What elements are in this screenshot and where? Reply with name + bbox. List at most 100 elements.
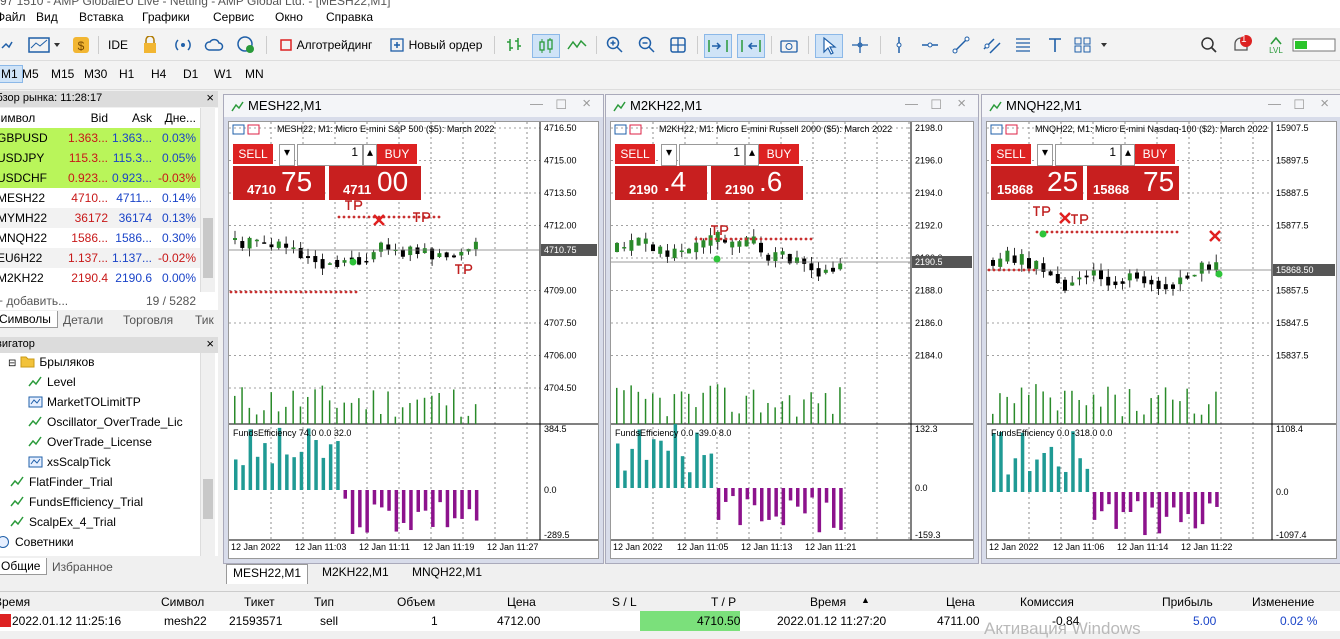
timeframe-m5[interactable]: M5 <box>22 67 39 81</box>
chart-window-titlebar[interactable]: MESH22,M1 — ☐ × <box>224 95 603 117</box>
market-watch-scrollbar[interactable] <box>200 108 215 292</box>
community-icon[interactable] <box>235 34 257 56</box>
minimize-icon[interactable]: — <box>905 96 918 111</box>
signals-icon[interactable] <box>172 34 194 56</box>
minimize-icon[interactable]: — <box>1268 96 1281 111</box>
vps-lock-icon[interactable] <box>140 34 160 56</box>
chart-window[interactable]: MESH22,M1 — ☐ × 4716.50 4715.00 4713.50 4712.00… <box>223 94 604 564</box>
sell-button[interactable]: SELL <box>615 144 655 164</box>
tab-common[interactable]: Общие <box>0 558 48 575</box>
navigator-item[interactable]: xsScalpTick <box>28 455 111 471</box>
auto-scroll-icon[interactable] <box>704 34 732 58</box>
buy-price-box[interactable]: 2190 .6 <box>711 166 803 200</box>
navigator-item[interactable]: FundsEfficiency_Trial <box>10 495 143 511</box>
chart-area[interactable]: 2198.02196.02194.02192.02190.02188.02186… <box>610 121 974 559</box>
lot-size-input[interactable]: 1 <box>679 144 745 166</box>
maximize-icon[interactable]: ☐ <box>930 97 942 113</box>
candlestick-chart-icon[interactable] <box>532 34 560 58</box>
timeframe-m1[interactable]: M1 <box>0 65 23 83</box>
line-chart-icon[interactable] <box>566 34 588 56</box>
fibonacci-icon[interactable] <box>1012 34 1034 56</box>
navigator-item[interactable]: ScalpEx_4_Trial <box>10 515 116 531</box>
th-commission[interactable]: Комиссия <box>1020 595 1074 609</box>
search-icon[interactable] <box>1198 34 1220 56</box>
crosshair-icon[interactable] <box>849 34 871 56</box>
tile-windows-icon[interactable] <box>667 34 689 56</box>
navigator-item[interactable]: Level <box>28 375 76 391</box>
col-ask[interactable]: Ask <box>132 111 152 125</box>
lot-increase-button[interactable]: ▴ <box>745 144 759 166</box>
th-change[interactable]: Изменение <box>1252 595 1314 609</box>
lot-decrease-button[interactable]: ▾ <box>1037 144 1053 166</box>
lot-size-input[interactable]: 1 <box>1055 144 1121 166</box>
zoom-out-icon[interactable] <box>636 34 658 56</box>
collapse-icon[interactable]: ⊟ <box>8 358 16 369</box>
timeframe-mn[interactable]: MN <box>245 67 264 81</box>
profiles-icon[interactable] <box>0 34 14 56</box>
lot-increase-button[interactable]: ▴ <box>1121 144 1135 166</box>
buy-price-box[interactable]: 4711 00 <box>329 166 421 200</box>
menu-help[interactable]: Справка <box>326 10 373 24</box>
sell-price-box[interactable]: 2190 .4 <box>615 166 707 200</box>
navigator-item[interactable]: OverTrade_License <box>28 435 152 451</box>
th-type[interactable]: Тип <box>314 595 334 609</box>
tab-symbols[interactable]: Символы <box>0 311 58 328</box>
close-icon[interactable]: × <box>957 95 966 112</box>
th-volume[interactable]: Объем <box>397 595 435 609</box>
navigator-scrollbar[interactable] <box>200 353 215 556</box>
horizontal-line-icon[interactable] <box>919 34 941 56</box>
buy-price-box[interactable]: 15868 75 <box>1087 166 1179 200</box>
buy-button[interactable]: BUY <box>377 144 417 164</box>
navigator-item[interactable]: Советники <box>0 535 74 551</box>
tab-favorites[interactable]: Избранное <box>52 560 113 574</box>
maximize-icon[interactable]: ☐ <box>1293 97 1305 113</box>
chart-tab-m2kh22[interactable]: M2KH22,M1 <box>316 564 395 583</box>
tab-details[interactable]: Детали <box>63 313 103 327</box>
lot-decrease-button[interactable]: ▾ <box>661 144 677 166</box>
col-change[interactable]: Дне... <box>165 111 196 125</box>
navigator-item[interactable]: Oscillator_OverTrade_Lic <box>28 415 183 431</box>
timeframe-m15[interactable]: M15 <box>51 67 74 81</box>
navigator-close-icon[interactable]: × <box>206 336 214 351</box>
tab-trading[interactable]: Торговля <box>123 313 173 327</box>
chart-window-titlebar[interactable]: MNQH22,M1 — ☐ × <box>982 95 1340 117</box>
menu-file[interactable]: Файл <box>0 10 26 24</box>
menu-tools[interactable]: Сервис <box>213 10 254 24</box>
chart-window[interactable]: MNQH22,M1 — ☐ × 15907.5 15897.5 15887.5 15877.5… <box>981 94 1340 564</box>
connection-level-icon[interactable]: LVL <box>1266 34 1286 56</box>
menu-window[interactable]: Окно <box>275 10 303 24</box>
shapes-dropdown-icon[interactable] <box>1072 34 1112 56</box>
th-tp[interactable]: T / P <box>711 595 736 609</box>
navigator-item[interactable]: FlatFinder_Trial <box>10 475 113 491</box>
cursor-icon[interactable] <box>815 34 843 58</box>
navigator-item[interactable]: MarketTOLimitTP <box>28 395 141 411</box>
market-watch-row[interactable]: MNQH22 1586... 1586... 0.30% <box>0 228 200 248</box>
vertical-line-icon[interactable] <box>888 34 910 56</box>
screenshot-icon[interactable] <box>778 34 800 56</box>
th-close-time[interactable]: Время <box>810 595 846 609</box>
lot-size-input[interactable]: 1 <box>297 144 363 166</box>
new-order-button[interactable]: Новый ордер <box>387 34 485 56</box>
timeframe-w1[interactable]: W1 <box>214 67 232 81</box>
buy-button[interactable]: BUY <box>759 144 799 164</box>
minimize-icon[interactable]: — <box>530 96 543 111</box>
timeframe-h4[interactable]: H4 <box>151 67 166 81</box>
channel-icon[interactable] <box>981 34 1003 56</box>
timeframe-d1[interactable]: D1 <box>183 67 198 81</box>
add-symbol-link[interactable]: + добавить... <box>0 294 68 308</box>
market-watch-row[interactable]: M2KH22 2190.4 2190.6 0.00% <box>0 268 200 288</box>
trendline-icon[interactable] <box>950 34 972 56</box>
th-symbol[interactable]: Символ <box>161 595 204 609</box>
market-watch-row[interactable]: EU6H22 1.137... 1.137... -0.02% <box>0 248 200 268</box>
algo-trading-button[interactable]: Алготрейдинг <box>276 34 376 56</box>
market-icon[interactable]: $ <box>71 34 91 56</box>
timeframe-h1[interactable]: H1 <box>119 67 134 81</box>
market-watch-row[interactable]: USDJPY 115.3... 115.3... 0.05% <box>0 148 200 168</box>
col-symbol[interactable]: Символ <box>0 111 35 125</box>
notifications-icon[interactable]: 1 <box>1228 34 1254 56</box>
chart-area[interactable]: 15907.5 15897.5 15887.5 15877.5 15857.5 15847… <box>986 121 1337 559</box>
sell-price-box[interactable]: 15868 25 <box>991 166 1083 200</box>
sell-button[interactable]: SELL <box>233 144 273 164</box>
market-watch-row[interactable]: MYMH22 36172 36174 0.13% <box>0 208 200 228</box>
sell-price-box[interactable]: 4710 75 <box>233 166 325 200</box>
